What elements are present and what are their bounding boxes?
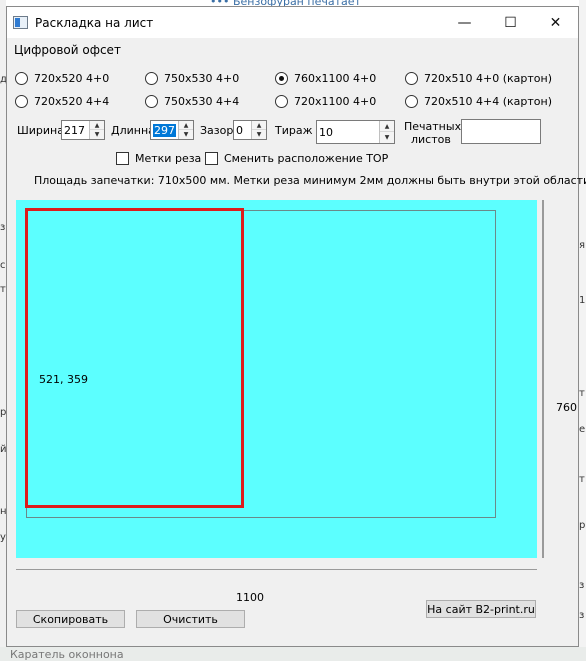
- run-spinbox[interactable]: 10 ▲ ▼: [316, 120, 395, 144]
- close-button[interactable]: ✕: [533, 7, 578, 38]
- format-label: 720x520 4+0: [34, 71, 110, 85]
- app-icon: [13, 16, 28, 29]
- length-label: Длинна: [111, 124, 155, 137]
- length-spin-buttons[interactable]: ▲ ▼: [178, 121, 193, 139]
- radio-dot[interactable]: [275, 94, 288, 108]
- width-spinbox[interactable]: 217 ▲ ▼: [61, 120, 105, 140]
- run-value[interactable]: 10: [319, 126, 333, 139]
- checkbox-box[interactable]: [205, 151, 218, 165]
- site-button[interactable]: На сайт B2-print.ru: [426, 600, 536, 618]
- spin-down-icon[interactable]: ▼: [380, 132, 394, 143]
- spin-up-icon[interactable]: ▲: [179, 121, 193, 130]
- background-right-text: з: [579, 610, 585, 621]
- sheets-label: Печатных: [404, 120, 462, 133]
- background-right-text: 1: [579, 295, 586, 306]
- title-bar[interactable]: Раскладка на лист — ☐ ✕: [7, 7, 578, 38]
- background-right-strip: [579, 0, 586, 661]
- format-label: 720x510 4+4 (картон): [424, 94, 552, 108]
- format-radio-720x510-4-0-carton[interactable]: 720x510 4+0 (картон): [405, 70, 552, 86]
- radio-dot[interactable]: [15, 94, 28, 108]
- format-radio-720x510-4-4-carton[interactable]: 720x510 4+4 (картон): [405, 93, 552, 109]
- spin-up-icon[interactable]: ▲: [90, 121, 104, 130]
- background-right-text: з: [579, 580, 585, 591]
- width-label: Ширина: [17, 124, 64, 137]
- print-area-info: Площадь запечатки: 710x500 мм. Метки рез…: [34, 174, 586, 187]
- run-spin-buttons[interactable]: ▲ ▼: [379, 121, 394, 143]
- sheets-label-line2: листов: [411, 133, 451, 146]
- checkbox-label: Метки реза: [135, 151, 202, 165]
- section-title: Цифровой офсет: [14, 43, 121, 57]
- format-radio-750x530-4-4[interactable]: 750x530 4+4: [145, 93, 239, 109]
- spin-up-icon[interactable]: ▲: [252, 121, 266, 130]
- format-label: 720x520 4+4: [34, 94, 110, 108]
- format-label: 720x510 4+0 (картон): [424, 71, 552, 85]
- preview-horizontal-ruler: [16, 569, 537, 570]
- checkbox-label: Сменить расположение TOP: [224, 151, 389, 165]
- swap-orientation-checkbox[interactable]: Сменить расположение TOP: [205, 150, 388, 166]
- radio-dot[interactable]: [145, 94, 158, 108]
- background-right-text: т: [579, 474, 585, 485]
- format-radio-720x520-4-4[interactable]: 720x520 4+4: [15, 93, 109, 109]
- radio-dot[interactable]: [405, 71, 418, 85]
- format-label: 750x530 4+0: [164, 71, 240, 85]
- width-spin-buttons[interactable]: ▲ ▼: [89, 121, 104, 139]
- layout-piece: 521, 359: [25, 208, 244, 508]
- layout-preview: 521, 359: [16, 200, 537, 558]
- gap-spin-buttons[interactable]: ▲ ▼: [251, 121, 266, 139]
- spin-down-icon[interactable]: ▼: [252, 130, 266, 139]
- background-right-text: р: [579, 520, 586, 531]
- radio-dot[interactable]: [15, 71, 28, 85]
- maximize-button[interactable]: ☐: [488, 7, 533, 38]
- spin-down-icon[interactable]: ▼: [90, 130, 104, 139]
- preview-vertical-ruler: [542, 200, 544, 558]
- radio-dot-selected[interactable]: [275, 71, 288, 85]
- radio-dot[interactable]: [145, 71, 158, 85]
- sheet-height-dimension: 760: [556, 401, 577, 414]
- format-radio-720x1100-4-0[interactable]: 720x1100 4+0: [275, 93, 376, 109]
- gap-value[interactable]: 0: [236, 124, 243, 137]
- length-value[interactable]: 297: [153, 124, 176, 137]
- background-bottom-text: Каратель оконнона: [10, 648, 124, 661]
- spin-down-icon[interactable]: ▼: [179, 130, 193, 139]
- sheets-field[interactable]: [461, 119, 541, 144]
- gap-spinbox[interactable]: 0 ▲ ▼: [233, 120, 267, 140]
- checkbox-box[interactable]: [116, 151, 129, 165]
- format-radio-760x1100-4-0[interactable]: 760x1100 4+0: [275, 70, 376, 86]
- minimize-button[interactable]: —: [442, 7, 487, 38]
- copy-button[interactable]: Скопировать: [16, 610, 125, 628]
- format-radio-750x530-4-0[interactable]: 750x530 4+0: [145, 70, 239, 86]
- clear-button[interactable]: Очистить: [136, 610, 245, 628]
- spin-up-icon[interactable]: ▲: [380, 121, 394, 132]
- radio-dot[interactable]: [405, 94, 418, 108]
- layout-dialog: Раскладка на лист — ☐ ✕ Цифровой офсет 7…: [6, 6, 586, 647]
- background-right-text: т: [579, 388, 585, 399]
- background-right-text: я: [579, 240, 586, 251]
- background-right-text: е: [579, 424, 586, 435]
- length-spinbox[interactable]: 297 ▲ ▼: [150, 120, 194, 140]
- run-label: Тираж: [275, 124, 313, 137]
- piece-size-label: 521, 359: [39, 373, 88, 386]
- window-title: Раскладка на лист: [35, 16, 154, 30]
- sheet-width-dimension: 1100: [236, 591, 264, 604]
- format-label: 750x530 4+4: [164, 94, 240, 108]
- width-value[interactable]: 217: [64, 124, 85, 137]
- format-label: 720x1100 4+0: [294, 94, 377, 108]
- format-radio-720x520-4-0[interactable]: 720x520 4+0: [15, 70, 109, 86]
- gap-label: Зазор: [200, 124, 234, 137]
- cut-marks-checkbox[interactable]: Метки реза: [116, 150, 201, 166]
- format-label: 760x1100 4+0: [294, 71, 377, 85]
